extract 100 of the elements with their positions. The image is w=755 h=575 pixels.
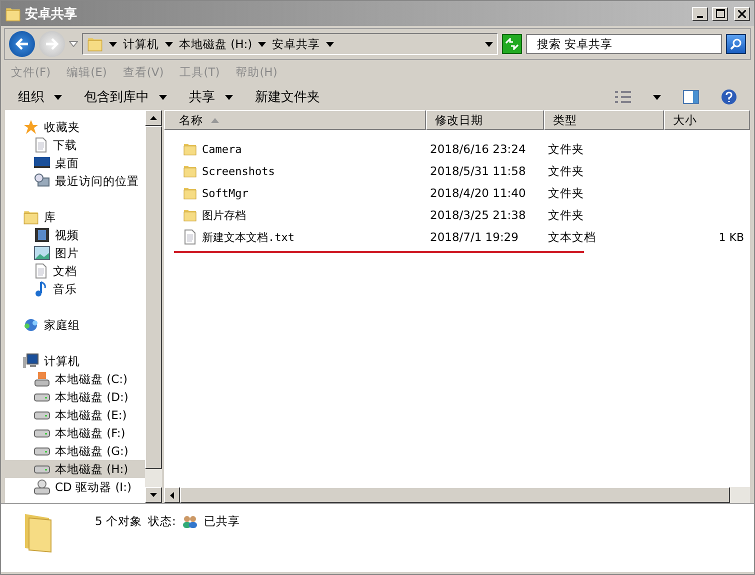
table-cell-text: 2018/4/20 11:40 (429, 186, 527, 200)
nav-item[interactable]: 音乐 (5, 280, 145, 298)
search-button[interactable] (726, 34, 746, 54)
column-header[interactable]: 大小 (664, 110, 750, 130)
refresh-button[interactable] (502, 34, 522, 54)
column-header[interactable]: 名称 (164, 110, 426, 130)
vertical-scrollbar[interactable] (145, 110, 162, 503)
caret-icon (653, 94, 661, 100)
table-cell-text: 2018/7/1 19:29 (429, 230, 520, 244)
breadcrumb[interactable]: 计算机 (123, 36, 159, 52)
search-icon (730, 38, 742, 50)
share-status: 已共享 (204, 514, 240, 529)
folder-icon (183, 208, 197, 222)
nav-group[interactable]: 库 (44, 210, 56, 224)
close-icon (738, 10, 746, 18)
arrow-down-icon (150, 493, 157, 497)
minimize-button[interactable] (692, 6, 708, 20)
nav-item[interactable]: 本地磁盘 (F:) (5, 424, 145, 442)
nav-item[interactable]: 文档 (5, 262, 145, 280)
folder-icon (5, 6, 21, 22)
refresh-icon (505, 38, 519, 50)
table-cell: 1 KB (718, 230, 744, 244)
table-cell-text: 文本文档 (547, 230, 597, 244)
view-list-icon[interactable] (615, 91, 631, 103)
file-name[interactable]: Camera (164, 142, 426, 156)
nav-group[interactable]: 家庭组 (44, 318, 80, 332)
maximize-icon (716, 9, 724, 18)
help-icon[interactable] (721, 89, 737, 105)
folder-icon (183, 164, 197, 178)
back-button[interactable] (9, 31, 35, 57)
film-icon (34, 227, 50, 243)
breadcrumb[interactable]: 本地磁盘 (H:) (179, 36, 252, 52)
minimize-icon (697, 16, 703, 18)
search-field[interactable]: 搜索 安卓共享 (526, 34, 722, 54)
cd-drive-icon (34, 479, 50, 495)
folder-icon (87, 36, 103, 52)
file-name[interactable]: SoftMgr (164, 186, 426, 200)
folder-icon (183, 186, 197, 200)
folder-icon (183, 142, 197, 156)
network-globe-icon (23, 317, 39, 333)
table-cell-text: 文件夹 (547, 208, 585, 222)
toolbar-button[interactable]: 包含到库中 (84, 88, 167, 106)
arrow-left-icon (170, 492, 174, 498)
arrow-left-icon (15, 38, 29, 50)
drive-icon (34, 464, 50, 474)
nav-item[interactable]: 本地磁盘 (H:) (5, 460, 145, 478)
toolbar-button[interactable]: 组织 (18, 88, 62, 106)
toolbar-button[interactable]: 新建文件夹 (255, 88, 320, 106)
table-cell-text: 2018/3/25 21:38 (429, 208, 527, 222)
nav-group[interactable]: 计算机 (44, 354, 80, 368)
drive-icon (34, 392, 50, 402)
caret-icon (258, 42, 266, 46)
monitor-icon (34, 156, 50, 170)
drive-icon (34, 428, 50, 438)
column-header[interactable]: 类型 (544, 110, 664, 130)
nav-item[interactable]: 本地磁盘 (C:) (5, 370, 145, 388)
breadcrumb[interactable]: 安卓共享 (272, 36, 320, 52)
status-label: 状态: (148, 514, 176, 529)
system-drive-icon (34, 371, 50, 387)
nav-item[interactable]: 桌面 (5, 154, 145, 172)
drive-icon (34, 410, 50, 420)
toolbar-button[interactable]: 共享 (189, 88, 233, 106)
arrow-right-icon (45, 38, 59, 50)
landscape-icon (34, 246, 50, 260)
horizontal-scrollbar[interactable] (164, 487, 750, 503)
file-name[interactable]: Screenshots (164, 164, 426, 178)
caret-icon (326, 42, 334, 46)
nav-item[interactable]: 图片 (5, 244, 145, 262)
users-icon (182, 514, 198, 528)
nav-item[interactable]: 本地磁盘 (D:) (5, 388, 145, 406)
preview-pane-icon[interactable] (683, 90, 699, 104)
table-cell-text: 文件夹 (547, 142, 585, 156)
nav-item[interactable]: CD 驱动器 (I:) (5, 478, 145, 496)
drive-icon (34, 446, 50, 456)
window-title: 安卓共享 (25, 6, 78, 22)
close-button[interactable] (734, 6, 750, 20)
caret-icon (109, 42, 117, 46)
nav-item[interactable]: 下载 (5, 136, 145, 154)
maximize-button[interactable] (712, 6, 728, 20)
history-dropdown-icon[interactable] (69, 41, 78, 47)
music-note-icon (34, 281, 48, 297)
document-icon (34, 263, 48, 279)
nav-item[interactable]: 视频 (5, 226, 145, 244)
file-name[interactable]: 图片存档 (164, 208, 426, 222)
item-count: 5 个对象 (95, 514, 142, 529)
nav-group[interactable]: 收藏夹 (44, 120, 80, 134)
table-cell-text: 文件夹 (547, 186, 585, 200)
caret-icon (165, 42, 173, 46)
text-file-icon (183, 229, 197, 245)
nav-item[interactable]: 本地磁盘 (G:) (5, 442, 145, 460)
caret-icon (485, 42, 493, 46)
nav-item[interactable]: 最近访问的位置 (5, 172, 145, 190)
library-folder-icon (23, 209, 39, 225)
address-bar[interactable]: 计算机 本地磁盘 (H:) 安卓共享 (82, 33, 498, 55)
nav-item[interactable]: 本地磁盘 (E:) (5, 406, 145, 424)
file-name[interactable]: 新建文本文档.txt (164, 229, 426, 245)
column-header[interactable]: 修改日期 (426, 110, 544, 130)
table-cell-text: 2018/6/16 23:24 (429, 142, 527, 156)
table-cell-text: 2018/5/31 11:58 (429, 164, 527, 178)
star-icon (23, 119, 39, 135)
